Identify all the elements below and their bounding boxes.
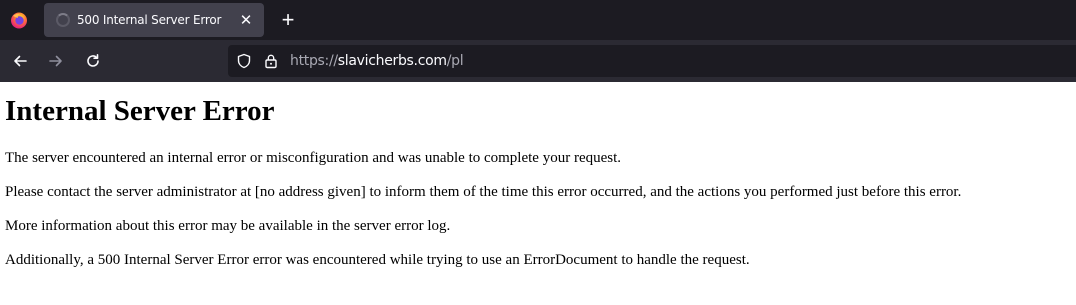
reload-icon [87,54,99,67]
forward-button[interactable] [44,49,68,73]
forward-arrow-icon [49,55,62,67]
back-button[interactable] [8,49,32,73]
tab-title: 500 Internal Server Error [77,13,222,27]
back-arrow-icon [14,55,27,67]
error-message-paragraph: The server encountered an internal error… [5,150,622,166]
plus-icon: + [281,7,295,32]
url-scheme: https:// [290,53,338,69]
firefox-menu-button[interactable] [0,0,38,40]
reload-button[interactable] [81,49,105,73]
firefox-logo-icon [11,12,27,29]
contact-admin-paragraph: Please contact the server administrator … [5,184,962,200]
url-text[interactable]: https://slavicherbs.com/pl [290,45,464,77]
url-bar[interactable]: https://slavicherbs.com/pl [228,45,1076,77]
url-path: /pl [446,53,464,69]
loading-spinner-icon [56,13,70,27]
lock-icon[interactable] [263,53,279,69]
new-tab-button[interactable]: + [276,8,300,32]
error-log-paragraph: More information about this error may be… [5,218,451,234]
tab-strip: 500 Internal Server Error ✕ + [0,0,1076,40]
page-title: Internal Server Error [5,95,275,127]
url-host: slavicherbs.com [337,53,447,69]
shield-icon[interactable] [236,53,252,69]
errordocument-paragraph: Additionally, a 500 Internal Server Erro… [5,252,750,268]
tab-active[interactable]: 500 Internal Server Error ✕ [44,3,264,37]
close-icon[interactable]: ✕ [238,12,254,28]
navigation-toolbar: https://slavicherbs.com/pl [0,40,1076,82]
page-content: Internal Server Error The server encount… [0,82,1076,305]
